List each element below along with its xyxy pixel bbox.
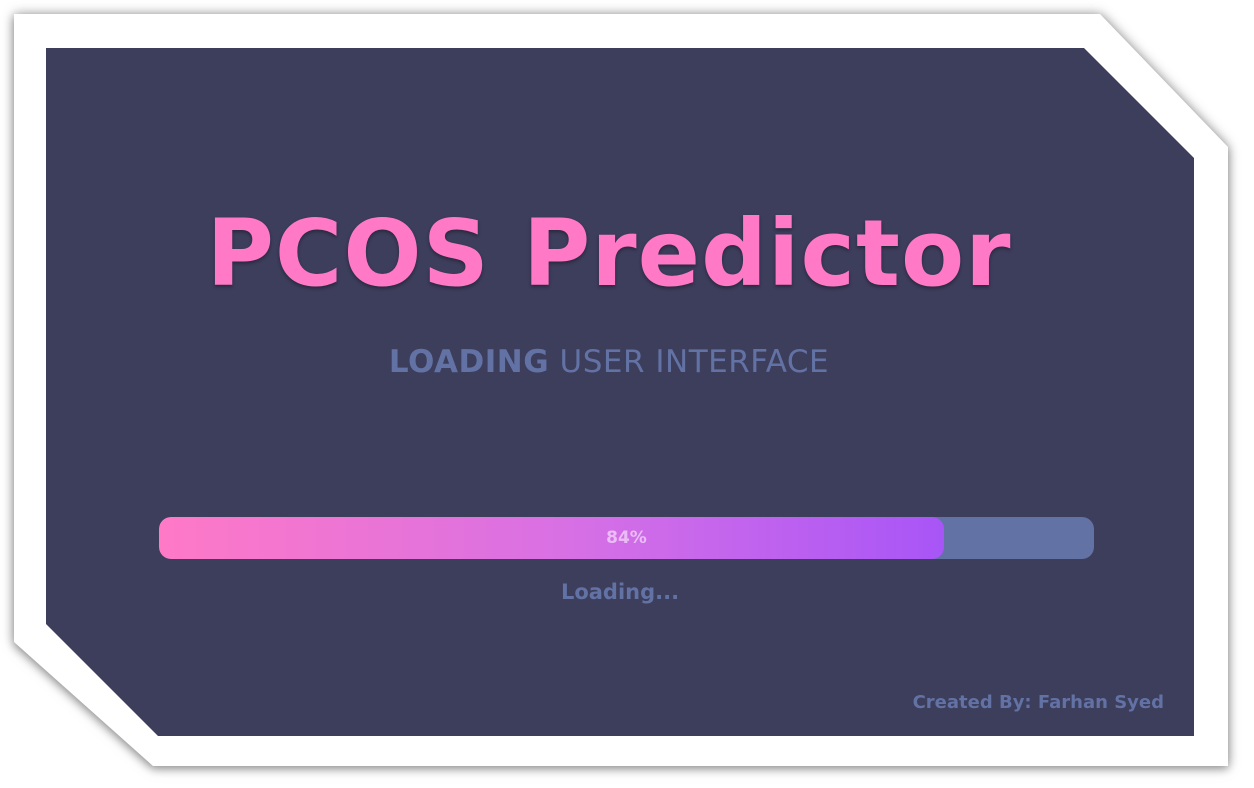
subtitle-strong: LOADING bbox=[388, 344, 550, 380]
subtitle-rest: USER INTERFACE bbox=[549, 344, 830, 380]
splash-window bbox=[46, 48, 1194, 736]
progress-bar: 84% bbox=[159, 517, 1094, 559]
splash-screen: PCOS Predictor LOADING USER INTERFACE 84… bbox=[0, 0, 1254, 788]
loading-subtitle: LOADING USER INTERFACE bbox=[0, 344, 1218, 380]
credit-text: Created By: Farhan Syed bbox=[912, 692, 1164, 713]
loading-status-text: Loading... bbox=[560, 580, 680, 604]
app-title: PCOS Predictor bbox=[206, 200, 1012, 307]
progress-percent-label: 84% bbox=[606, 528, 647, 548]
